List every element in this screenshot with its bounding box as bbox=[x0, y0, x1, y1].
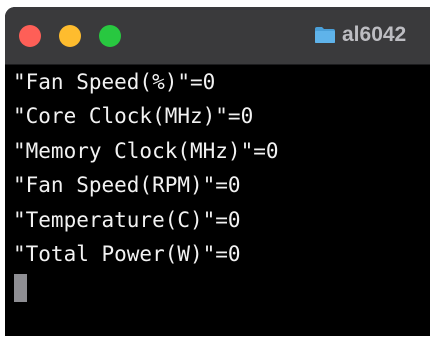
close-button[interactable] bbox=[19, 25, 41, 47]
output-line-temperature: "Temperature(C)"=0 bbox=[13, 208, 241, 232]
title-bar[interactable]: al6042 bbox=[5, 7, 430, 65]
output-line-fan-speed-percent: "Fan Speed(%)"=0 bbox=[13, 70, 216, 94]
terminal-window: al6042 "Fan Speed(%)"=0 "Core Clock(MHz)… bbox=[5, 7, 430, 336]
terminal-output[interactable]: "Fan Speed(%)"=0 "Core Clock(MHz)"=0 "Me… bbox=[5, 65, 430, 336]
window-title: al6042 bbox=[342, 23, 407, 46]
output-line-memory-clock: "Memory Clock(MHz)"=0 bbox=[13, 139, 279, 163]
output-line-core-clock: "Core Clock(MHz)"=0 bbox=[13, 104, 254, 128]
minimize-button[interactable] bbox=[59, 25, 81, 47]
zoom-button[interactable] bbox=[99, 25, 121, 47]
output-line-total-power: "Total Power(W)"=0 bbox=[13, 242, 241, 266]
output-line-fan-speed-rpm: "Fan Speed(RPM)"=0 bbox=[13, 173, 241, 197]
terminal-cursor bbox=[14, 274, 27, 302]
folder-icon bbox=[315, 27, 335, 43]
